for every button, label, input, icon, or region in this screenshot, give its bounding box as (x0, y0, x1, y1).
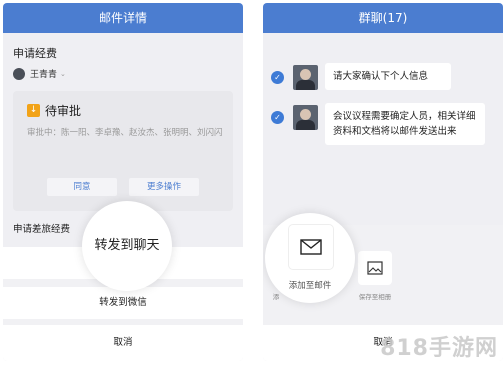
watermark: 818手游网 (380, 336, 498, 361)
sender-row[interactable]: 王青青 ⌄ (13, 67, 66, 80)
group-chat-screen: 群聊(17) ✓ 请大家确认下个人信息 ✓ 会议议程需要确定人员，相关详细资料和… (263, 3, 503, 361)
approval-card: ↓ 待审批 审批中：陈一阳、李卓豫、赵汝杰、张明明、刘闪闪 同意 更多操作 (13, 91, 233, 211)
avatar (13, 67, 25, 80)
approval-title: 待审批 (45, 104, 82, 118)
add-to-mail-label: 添加至邮件 (288, 281, 332, 291)
message-bubble: 会议议程需要确定人员，相关详细资料和文档将以邮件发送出来 (325, 103, 485, 145)
check-icon[interactable]: ✓ (271, 111, 284, 124)
approvers-text: 审批中：陈一阳、李卓豫、赵汝杰、张明明、刘闪闪 (27, 128, 223, 138)
magnifier-callout: 转发到聊天 (82, 201, 172, 291)
image-icon (367, 261, 383, 275)
avatar (293, 65, 318, 90)
save-to-album-label: 保存至相册 (358, 293, 392, 301)
add-to-mail-partial-label: 添 (272, 293, 280, 301)
avatar (293, 105, 318, 130)
page-title: 邮件详情 (3, 3, 243, 33)
mail-subject: 申请经费 (13, 47, 57, 60)
approve-button[interactable]: 同意 (47, 178, 117, 196)
forward-to-wechat-option[interactable]: 转发到微信 (3, 287, 243, 319)
chevron-down-icon: ⌄ (60, 69, 66, 78)
page-title: 群聊(17) (263, 3, 503, 33)
magnifier-callout: 添加至邮件 (265, 213, 355, 303)
mail-subject-2: 申请差旅经费 (13, 224, 71, 235)
check-icon[interactable]: ✓ (271, 71, 284, 84)
message-bubble: 请大家确认下个人信息 (325, 63, 451, 90)
sender-name: 王青青 (30, 70, 58, 80)
mail-icon (300, 239, 322, 255)
save-to-album-button[interactable] (358, 251, 392, 285)
cancel-button[interactable]: 取消 (3, 325, 243, 361)
more-actions-button[interactable]: 更多操作 (129, 178, 199, 196)
download-icon: ↓ (27, 104, 40, 117)
add-to-mail-button[interactable] (289, 225, 333, 269)
mail-detail-screen: 邮件详情 申请经费 王青青 ⌄ ↓ 待审批 审批中：陈一阳、李卓豫、赵汝杰、张明… (3, 3, 243, 361)
forward-to-chat-label[interactable]: 转发到聊天 (82, 201, 172, 291)
